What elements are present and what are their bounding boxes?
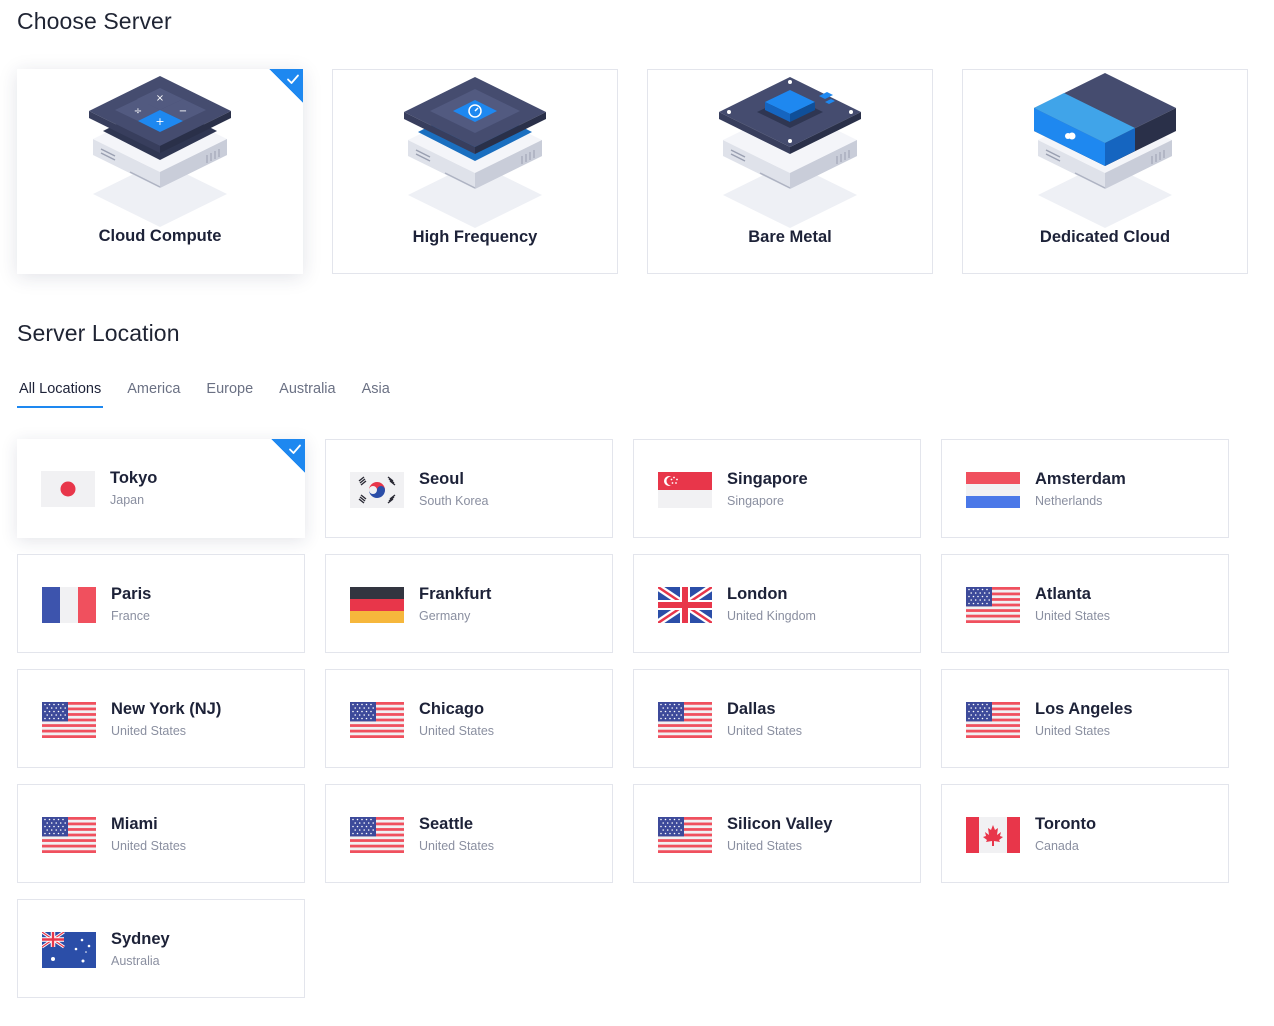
location-city: Atlanta (1035, 585, 1091, 603)
location-country: Canada (1035, 839, 1079, 853)
selected-check-icon (269, 69, 303, 103)
server-type-label: Dedicated Cloud (1039, 228, 1171, 246)
location-city: Dallas (727, 700, 776, 718)
location-country: Australia (111, 954, 160, 968)
location-card[interactable]: Singapore Singapore (633, 439, 921, 538)
location-city: Amsterdam (1035, 470, 1126, 488)
svg-text:+: + (155, 115, 164, 128)
location-country: Japan (110, 493, 145, 507)
location-city: Silicon Valley (727, 815, 833, 833)
location-card[interactable]: Atlanta United States (941, 554, 1229, 653)
location-card[interactable]: New York (NJ) United States (17, 669, 305, 768)
dedicated-cloud-illustration (1034, 73, 1176, 228)
location-city: Toronto (1035, 815, 1097, 833)
server-type-high-frequency[interactable]: High Frequency (332, 69, 618, 274)
us-flag-icon (658, 702, 712, 738)
high-frequency-illustration (404, 77, 546, 228)
server-type-cloud-compute[interactable]: × ÷ − + Cloud Compute (17, 69, 303, 274)
sg-flag-icon (658, 472, 712, 508)
de-flag-icon (350, 587, 404, 623)
location-country: United States (1035, 609, 1111, 623)
au-flag-icon (42, 932, 96, 968)
jp-flag-icon (41, 471, 95, 507)
us-flag-icon (42, 817, 96, 853)
location-country: United States (727, 724, 803, 738)
location-card[interactable]: Seoul South Korea (325, 439, 613, 538)
location-country: Germany (419, 609, 471, 623)
server-type-dedicated-cloud[interactable]: Dedicated Cloud (962, 69, 1248, 274)
location-card[interactable]: Silicon Valley United States (633, 784, 921, 883)
location-card[interactable]: Toronto Canada (941, 784, 1229, 883)
location-card[interactable]: Tokyo Japan (17, 439, 305, 538)
location-country: United States (111, 724, 187, 738)
us-flag-icon (658, 817, 712, 853)
server-type-label: Bare Metal (748, 228, 832, 246)
location-card[interactable]: Miami United States (17, 784, 305, 883)
location-card[interactable]: Chicago United States (325, 669, 613, 768)
location-country: United States (111, 839, 187, 853)
location-country: South Korea (419, 494, 489, 508)
us-flag-icon (42, 702, 96, 738)
cloud-compute-illustration: × ÷ − + (89, 76, 231, 227)
location-card[interactable]: Los Angeles United States (941, 669, 1229, 768)
location-country: France (111, 609, 150, 623)
svg-text:−: − (179, 106, 187, 117)
location-city: Singapore (727, 470, 808, 488)
us-flag-icon (350, 702, 404, 738)
location-card[interactable]: Seattle United States (325, 784, 613, 883)
location-country: United States (1035, 724, 1111, 738)
location-card[interactable]: London United Kingdom (633, 554, 921, 653)
location-card[interactable]: Amsterdam Netherlands (941, 439, 1229, 538)
svg-text:÷: ÷ (134, 106, 142, 117)
location-city: Tokyo (110, 469, 158, 487)
gb-flag-icon (658, 587, 712, 623)
selected-check-icon (271, 439, 305, 473)
location-country: Netherlands (1035, 494, 1103, 508)
bare-metal-illustration (719, 77, 861, 228)
location-country: United Kingdom (727, 609, 816, 623)
location-tabs: All Locations America Europe Australia A… (17, 378, 414, 410)
location-card[interactable]: Sydney Australia (17, 899, 305, 998)
location-card[interactable]: Frankfurt Germany (325, 554, 613, 653)
server-type-label: Cloud Compute (98, 227, 222, 245)
location-country: United States (419, 839, 495, 853)
tab-america[interactable]: America (125, 378, 182, 408)
location-country: United States (727, 839, 803, 853)
choose-server-title: Choose Server (17, 8, 172, 34)
location-city: Frankfurt (419, 585, 492, 603)
us-flag-icon (966, 587, 1020, 623)
tab-europe[interactable]: Europe (204, 378, 255, 408)
server-type-bare-metal[interactable]: Bare Metal (647, 69, 933, 274)
location-city: London (727, 585, 788, 603)
us-flag-icon (966, 702, 1020, 738)
location-card[interactable]: Dallas United States (633, 669, 921, 768)
server-type-label: High Frequency (412, 228, 538, 246)
location-city: New York (NJ) (111, 700, 222, 718)
location-city: Los Angeles (1035, 700, 1133, 718)
server-location-title: Server Location (17, 320, 180, 346)
ca-flag-icon (966, 817, 1020, 853)
location-city: Paris (111, 585, 152, 603)
kr-flag-icon (350, 472, 404, 508)
location-city: Chicago (419, 700, 485, 718)
svg-text:×: × (156, 93, 164, 104)
us-flag-icon (350, 817, 404, 853)
location-city: Seoul (419, 470, 464, 488)
location-country: United States (419, 724, 495, 738)
location-city: Sydney (111, 930, 170, 948)
fr-flag-icon (42, 587, 96, 623)
location-country: Singapore (727, 494, 784, 508)
tab-asia[interactable]: Asia (360, 378, 392, 408)
tab-all-locations[interactable]: All Locations (17, 378, 104, 408)
location-card[interactable]: Paris France (17, 554, 305, 653)
location-city: Miami (111, 815, 158, 833)
location-city: Seattle (419, 815, 474, 833)
tab-australia[interactable]: Australia (277, 378, 337, 408)
nl-flag-icon (966, 472, 1020, 508)
